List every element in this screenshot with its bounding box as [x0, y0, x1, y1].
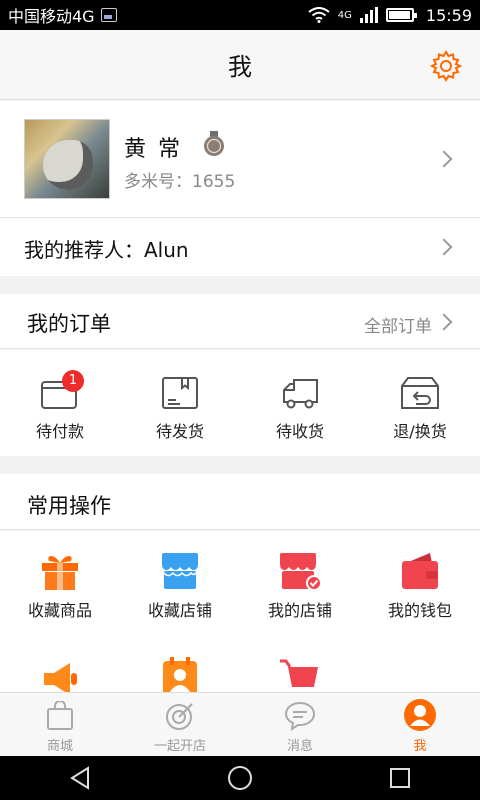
- battery-icon: [385, 8, 417, 22]
- my-wallet-button[interactable]: 我的钱包: [360, 531, 480, 631]
- purse-icon: [402, 553, 438, 589]
- common-label: 我的钱包: [387, 601, 452, 620]
- tab-messages[interactable]: 消息: [240, 693, 360, 756]
- order-label: 待发货: [155, 422, 204, 441]
- fav-products-button[interactable]: 收藏商品: [0, 531, 120, 631]
- target-icon: [166, 703, 193, 730]
- my-store-icon: [280, 553, 322, 591]
- clock: 15:59: [425, 5, 472, 25]
- order-label: 待付款: [35, 422, 84, 441]
- order-to-ship[interactable]: 待发货: [120, 350, 240, 456]
- chevron-right-icon: [435, 238, 453, 256]
- referrer-row[interactable]: 我的推荐人：Alun: [0, 218, 480, 276]
- status-bar: 中国移动4G 4G 15:59: [0, 0, 480, 30]
- tab-label: 一起开店: [153, 739, 206, 754]
- common-label: 收藏店铺: [147, 601, 212, 620]
- order-to-receive[interactable]: 待收货: [240, 350, 360, 456]
- tab-label: 商城: [46, 739, 73, 754]
- tab-me[interactable]: 我: [360, 693, 480, 756]
- fav-stores-button[interactable]: 收藏店铺: [120, 531, 240, 631]
- tab-bar: 商城 一起开店 消息 我: [0, 692, 480, 756]
- store-icon: [162, 553, 198, 589]
- order-label: 退/换货: [393, 422, 447, 441]
- return-icon: [401, 377, 439, 409]
- common-ops-header: 常用操作: [0, 474, 480, 530]
- referrer-label: 我的推荐人：Alun: [24, 238, 189, 262]
- tab-open-store[interactable]: 一起开店: [120, 693, 240, 756]
- gift-icon: [42, 556, 78, 590]
- profile-card[interactable]: 黄常 多米号：1655: [0, 101, 480, 218]
- member-id: 多米号：1655: [124, 172, 236, 192]
- network-type: 4G: [337, 9, 352, 21]
- order-return[interactable]: 退/换货: [360, 350, 480, 456]
- orders-header: 我的订单 全部订单: [0, 294, 480, 349]
- contact-button[interactable]: [120, 631, 240, 693]
- bag-icon: [47, 701, 73, 730]
- avatar-image: [43, 140, 93, 190]
- chevron-right-icon[interactable]: [435, 313, 453, 331]
- carrier-label: 中国移动4G: [8, 7, 95, 26]
- back-icon[interactable]: [68, 766, 92, 790]
- megaphone-icon: [44, 663, 77, 693]
- recents-icon[interactable]: [388, 766, 412, 790]
- my-store-button[interactable]: 我的店铺: [240, 531, 360, 631]
- system-nav-bar: [0, 756, 480, 800]
- page-title: 我: [228, 53, 252, 81]
- avatar[interactable]: [24, 119, 110, 199]
- home-icon[interactable]: [227, 765, 253, 791]
- promo-button[interactable]: [0, 631, 120, 693]
- profile-name: 黄常: [124, 137, 193, 162]
- box-icon: [162, 377, 198, 409]
- signal-icon: [359, 7, 378, 23]
- order-badge: 1: [62, 370, 84, 392]
- carrier-info: 中国移动4G: [8, 3, 117, 27]
- orders-row: 1 待付款 待发货 待收货 退/换货: [0, 350, 480, 456]
- wifi-icon: [308, 7, 330, 23]
- order-pending-payment[interactable]: 1 待付款: [0, 350, 120, 456]
- orders-title: 我的订单: [27, 312, 111, 336]
- all-orders-link[interactable]: 全部订单: [364, 312, 432, 337]
- tab-label: 我: [413, 739, 427, 754]
- common-ops-grid: 收藏商品 收藏店铺 我的店铺 我的钱包: [0, 531, 480, 693]
- tab-mall[interactable]: 商城: [0, 693, 120, 756]
- chevron-right-icon: [435, 150, 453, 168]
- cart-icon: [280, 659, 318, 687]
- order-label: 待收货: [275, 422, 324, 441]
- common-label: 收藏商品: [27, 601, 92, 620]
- person-icon: [404, 699, 436, 731]
- medal-icon: [204, 131, 224, 156]
- truck-icon: [283, 379, 318, 409]
- empty-cell: [360, 631, 480, 693]
- tab-label: 消息: [286, 739, 313, 754]
- cart-button[interactable]: [240, 631, 360, 693]
- common-ops-title: 常用操作: [27, 494, 111, 518]
- common-label: 我的店铺: [267, 601, 332, 620]
- chat-icon: [284, 701, 316, 731]
- gear-icon[interactable]: [430, 50, 462, 82]
- contact-card-icon: [163, 657, 197, 693]
- top-bar: 我: [0, 30, 480, 100]
- image-notification-icon: [100, 8, 117, 22]
